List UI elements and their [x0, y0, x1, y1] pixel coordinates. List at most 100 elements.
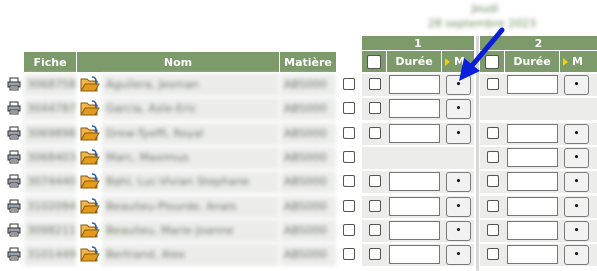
- fiche-id: 3068403: [24, 147, 76, 169]
- session-1-checkbox[interactable]: [369, 248, 381, 260]
- session-1-duree-input[interactable]: [389, 221, 440, 240]
- sort-triangle-icon: [563, 57, 568, 66]
- student-name: Aguilera, Jesman: [102, 74, 279, 96]
- session-2-duree-input[interactable]: [507, 124, 558, 143]
- session-1-m-button[interactable]: •: [446, 124, 471, 144]
- session-2-m-button[interactable]: •: [564, 124, 589, 144]
- session-1-checkbox[interactable]: [369, 127, 381, 139]
- session-1-select-header: [362, 51, 386, 72]
- row-select-checkbox[interactable]: [343, 102, 355, 114]
- session-1-m-button[interactable]: •: [446, 221, 471, 241]
- session-1-m-button[interactable]: •: [446, 99, 471, 119]
- session-1-duree-input[interactable]: [389, 124, 440, 143]
- session-1-m-button[interactable]: •: [446, 245, 471, 265]
- session-2-duree-input[interactable]: [507, 172, 558, 191]
- matiere-code: ABS000: [280, 74, 336, 96]
- student-name: Garcia, Axle-Eric: [102, 98, 279, 120]
- session-2-duree-input[interactable]: [507, 197, 558, 216]
- open-folder-icon[interactable]: [80, 222, 100, 239]
- session-2-m-label: M: [572, 55, 583, 68]
- student-name: Drew-Tyeffi, Royal: [102, 123, 279, 145]
- session-2-m-button[interactable]: •: [564, 221, 589, 241]
- open-folder-icon[interactable]: [80, 125, 100, 142]
- session-1-checkbox[interactable]: [369, 102, 381, 114]
- open-folder-icon[interactable]: [80, 76, 100, 93]
- session-1-m-button[interactable]: •: [446, 172, 471, 192]
- fiche-id: 3044787: [24, 98, 76, 120]
- row-select-checkbox[interactable]: [343, 78, 355, 90]
- session-1-m-button[interactable]: •: [446, 197, 471, 217]
- student-name: Beaulieu-Plourde, Anais: [102, 196, 279, 218]
- session-1-duree-input[interactable]: [389, 172, 440, 191]
- session-2-m-button[interactable]: •: [564, 245, 589, 265]
- fiche-id: 3074440: [24, 171, 76, 193]
- printer-icon[interactable]: [7, 199, 21, 213]
- sort-triangle-icon: [445, 57, 450, 66]
- open-folder-icon[interactable]: [80, 173, 100, 190]
- session-1-duree-input[interactable]: [389, 197, 440, 216]
- student-name: Beaulieu, Marie-Joanne: [102, 220, 279, 242]
- matiere-code: ABS000: [280, 123, 336, 145]
- session-1-checkbox[interactable]: [369, 175, 381, 187]
- session-1-select-all-checkbox[interactable]: [367, 54, 381, 69]
- printer-icon[interactable]: [7, 223, 21, 237]
- fiche-id: 3068758: [24, 74, 76, 96]
- student-name: Marc, Maximus: [102, 147, 279, 169]
- matiere-code: ABS000: [280, 147, 336, 169]
- session-1-duree-input[interactable]: [389, 245, 440, 264]
- matiere-code: ABS000: [280, 171, 336, 193]
- row-select-checkbox[interactable]: [343, 224, 355, 236]
- open-folder-icon[interactable]: [80, 246, 100, 263]
- matiere-code: ABS000: [280, 244, 336, 266]
- session-2-checkbox[interactable]: [487, 200, 499, 212]
- session-2-checkbox[interactable]: [487, 248, 499, 260]
- student-name: Bertrand, Alex: [102, 244, 279, 266]
- open-folder-icon[interactable]: [80, 198, 100, 215]
- printer-icon[interactable]: [7, 101, 21, 115]
- session-2-m-button[interactable]: •: [564, 148, 589, 168]
- row-select-checkbox[interactable]: [343, 248, 355, 260]
- fiche-id: 3069898: [24, 123, 76, 145]
- session-2-duree-input[interactable]: [507, 245, 558, 264]
- session-1-checkbox[interactable]: [369, 224, 381, 236]
- fiche-id: 3101449: [24, 244, 76, 266]
- row-select-checkbox[interactable]: [343, 151, 355, 163]
- session-1-duree-input[interactable]: [389, 99, 440, 118]
- student-name: Bahl, Luc-Vivian Stephane: [102, 171, 279, 193]
- matiere-code: ABS000: [280, 196, 336, 218]
- printer-icon[interactable]: [7, 126, 21, 140]
- session-1-checkbox[interactable]: [369, 78, 381, 90]
- session-2-m-button[interactable]: •: [564, 172, 589, 192]
- open-folder-icon[interactable]: [80, 100, 100, 117]
- session-2-duree-input[interactable]: [507, 148, 558, 167]
- session-2-m-button[interactable]: •: [564, 75, 589, 95]
- printer-icon[interactable]: [7, 174, 21, 188]
- column-header-nom: Nom: [77, 52, 279, 72]
- matiere-code: ABS000: [280, 98, 336, 120]
- session-2-m-header[interactable]: M: [560, 51, 597, 72]
- session-1-checkbox[interactable]: [369, 200, 381, 212]
- matiere-code: ABS000: [280, 220, 336, 242]
- session-1-cell: [362, 147, 474, 169]
- column-header-matiere: Matière: [280, 52, 336, 72]
- fiche-id: 3098211: [24, 220, 76, 242]
- session-1-duree-input[interactable]: [389, 75, 440, 94]
- session-2-m-button[interactable]: •: [564, 197, 589, 217]
- session-2-checkbox[interactable]: [487, 151, 499, 163]
- open-folder-icon[interactable]: [80, 149, 100, 166]
- printer-icon[interactable]: [7, 247, 21, 261]
- session-2-checkbox[interactable]: [487, 224, 499, 236]
- column-header-fiche: Fiche: [24, 52, 76, 72]
- printer-icon[interactable]: [7, 150, 21, 164]
- session-2-checkbox[interactable]: [487, 175, 499, 187]
- session-1-duree-header: Durée: [387, 51, 441, 72]
- annotation-arrow-icon: [459, 27, 505, 81]
- printer-icon[interactable]: [7, 77, 21, 91]
- session-2-duree-input[interactable]: [507, 221, 558, 240]
- row-select-checkbox[interactable]: [343, 175, 355, 187]
- row-select-checkbox[interactable]: [343, 127, 355, 139]
- day-heading: Jeudi: [471, 2, 499, 15]
- row-select-checkbox[interactable]: [343, 200, 355, 212]
- session-2-checkbox[interactable]: [487, 127, 499, 139]
- fiche-id: 3102094: [24, 196, 76, 218]
